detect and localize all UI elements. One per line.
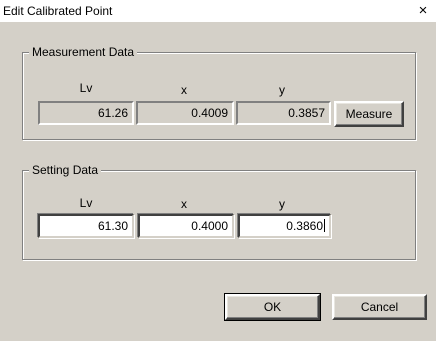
window-title: Edit Calibrated Point <box>3 4 113 18</box>
setting-y-header: y <box>279 197 285 211</box>
measure-button[interactable]: Measure <box>334 101 404 127</box>
ok-button[interactable]: OK <box>224 293 321 321</box>
measurement-lv-value: 61.26 <box>38 101 134 125</box>
measurement-y-value: 0.3857 <box>236 101 331 125</box>
measurement-x-header: x <box>181 83 187 97</box>
setting-x-input[interactable]: 0.4000 <box>138 214 234 238</box>
setting-y-input[interactable]: 0.3860 <box>238 214 331 238</box>
setting-data-title: Setting Data <box>29 163 102 177</box>
setting-lv-header: Lv <box>79 196 93 210</box>
measurement-y-header: y <box>279 83 285 97</box>
close-icon[interactable]: × <box>414 2 432 20</box>
title-bar[interactable]: Edit Calibrated Point × <box>0 0 436 22</box>
setting-lv-input[interactable]: 61.30 <box>38 214 134 238</box>
measurement-data-title: Measurement Data <box>29 45 138 59</box>
edit-calibrated-point-dialog: Edit Calibrated Point × Measurement Data… <box>0 0 436 341</box>
measurement-x-value: 0.4009 <box>136 101 234 125</box>
setting-x-text: 0.4000 <box>191 219 228 233</box>
measurement-lv-header: Lv <box>79 81 93 95</box>
text-caret <box>324 219 325 232</box>
setting-y-text: 0.3860 <box>286 219 323 233</box>
cancel-button[interactable]: Cancel <box>332 294 427 320</box>
setting-x-header: x <box>181 197 187 211</box>
setting-lv-text: 61.30 <box>97 219 128 233</box>
